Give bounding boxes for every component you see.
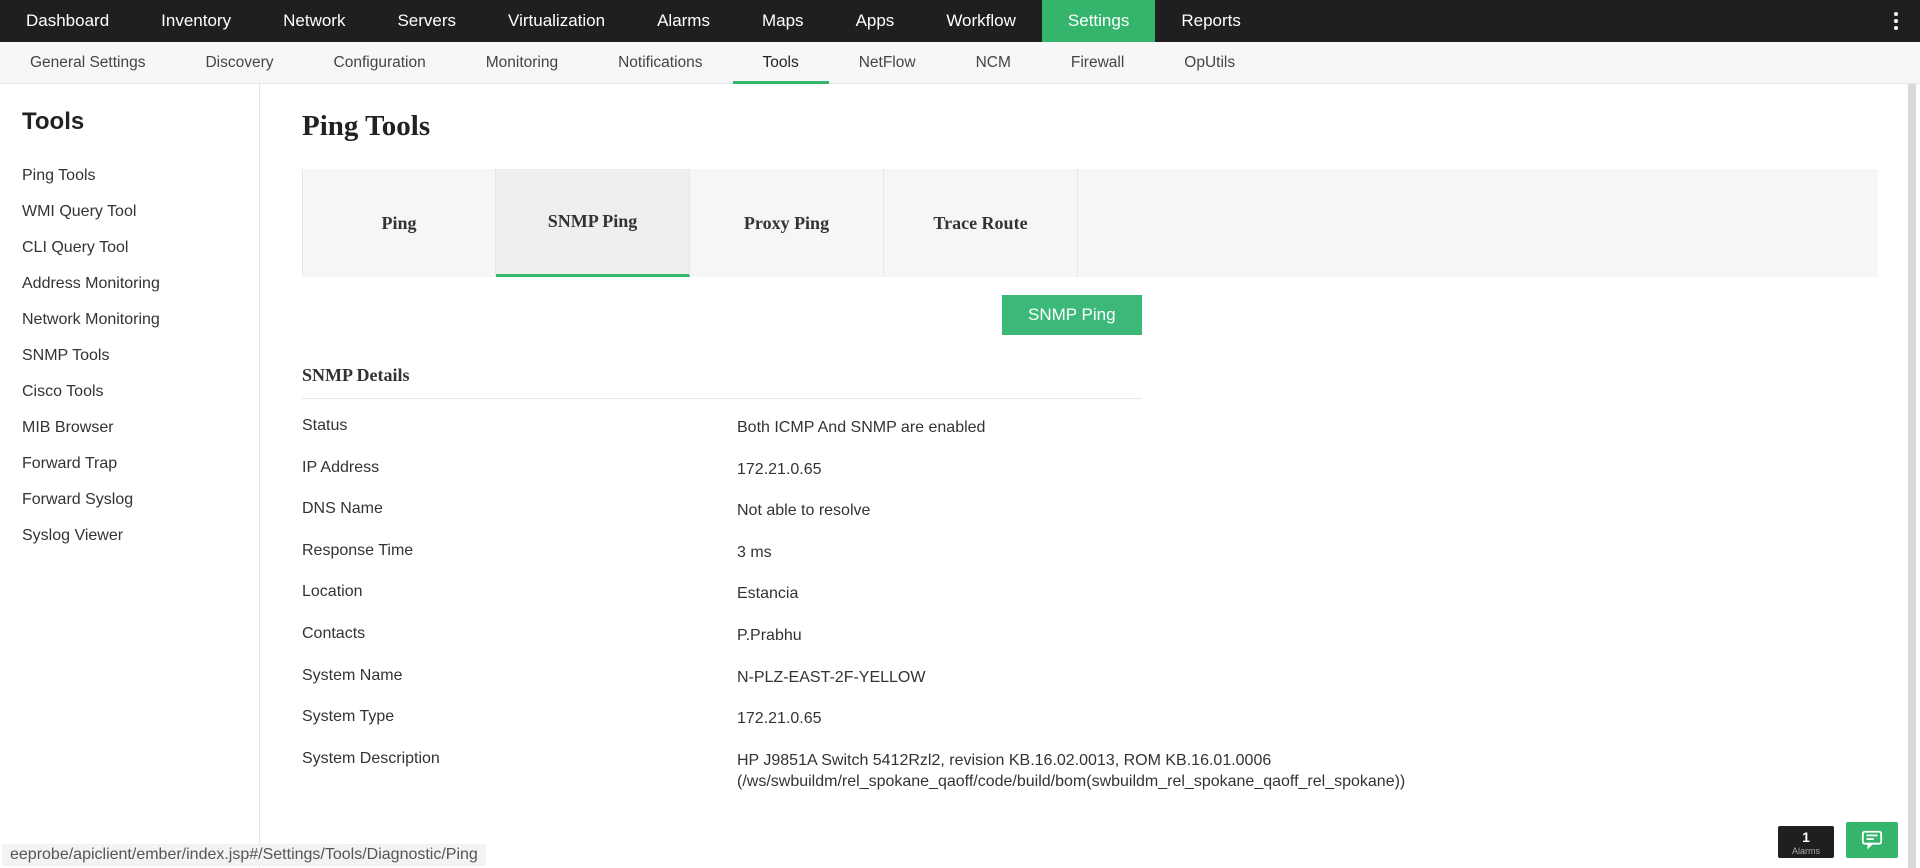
sub-nav: General Settings Discovery Configuration… <box>0 42 1920 84</box>
sub-ncm[interactable]: NCM <box>946 42 1041 84</box>
nav-workflow[interactable]: Workflow <box>920 0 1042 42</box>
page-title: Ping Tools <box>302 110 1878 143</box>
body: Tools Ping Tools WMI Query Tool CLI Quer… <box>0 84 1920 868</box>
sub-tools[interactable]: Tools <box>733 42 829 84</box>
sub-netflow[interactable]: NetFlow <box>829 42 946 84</box>
detail-label: System Description <box>302 750 737 793</box>
nav-virtualization[interactable]: Virtualization <box>482 0 631 42</box>
tab-snmp-ping[interactable]: SNMP Ping <box>496 169 690 277</box>
detail-value: Both ICMP And SNMP are enabled <box>737 417 1637 439</box>
sidebar-item-ping-tools[interactable]: Ping Tools <box>22 158 259 194</box>
detail-label: Contacts <box>302 625 737 647</box>
snmp-ping-button[interactable]: SNMP Ping <box>1002 295 1142 335</box>
sidebar-list: Ping Tools WMI Query Tool CLI Query Tool… <box>22 158 259 554</box>
status-bar-url: eeprobe/apiclient/ember/index.jsp#/Setti… <box>2 844 486 866</box>
sub-notifications[interactable]: Notifications <box>588 42 732 84</box>
sub-monitoring[interactable]: Monitoring <box>456 42 588 84</box>
nav-servers[interactable]: Servers <box>371 0 482 42</box>
detail-value: Not able to resolve <box>737 500 1637 522</box>
detail-row-status: Status Both ICMP And SNMP are enabled <box>302 407 1878 449</box>
detail-row-location: Location Estancia <box>302 573 1878 615</box>
nav-settings[interactable]: Settings <box>1042 0 1155 42</box>
chat-icon <box>1860 829 1884 851</box>
sub-general-settings[interactable]: General Settings <box>0 42 175 84</box>
detail-value: 172.21.0.65 <box>737 459 1637 481</box>
main-content: Ping Tools Ping SNMP Ping Proxy Ping Tra… <box>260 84 1920 868</box>
alarm-label: Alarms <box>1792 847 1820 856</box>
alarm-count: 1 <box>1802 829 1810 845</box>
nav-maps[interactable]: Maps <box>736 0 830 42</box>
tab-ping[interactable]: Ping <box>302 169 496 277</box>
tab-trace-route[interactable]: Trace Route <box>884 169 1078 277</box>
nav-reports[interactable]: Reports <box>1155 0 1267 42</box>
detail-row-contacts: Contacts P.Prabhu <box>302 615 1878 657</box>
detail-row-response-time: Response Time 3 ms <box>302 532 1878 574</box>
sidebar-title: Tools <box>22 108 259 136</box>
sub-discovery[interactable]: Discovery <box>175 42 303 84</box>
nav-inventory[interactable]: Inventory <box>135 0 257 42</box>
detail-label: Location <box>302 583 737 605</box>
detail-row-system-type: System Type 172.21.0.65 <box>302 698 1878 740</box>
detail-value: HP J9851A Switch 5412Rzl2, revision KB.1… <box>737 750 1637 793</box>
detail-value: Estancia <box>737 583 1637 605</box>
tab-proxy-ping[interactable]: Proxy Ping <box>690 169 884 277</box>
sidebar-item-network-monitoring[interactable]: Network Monitoring <box>22 302 259 338</box>
nav-apps[interactable]: Apps <box>830 0 921 42</box>
action-row: SNMP Ping <box>302 295 1878 365</box>
detail-value: 172.21.0.65 <box>737 708 1637 730</box>
detail-row-ip: IP Address 172.21.0.65 <box>302 449 1878 491</box>
detail-label: Response Time <box>302 542 737 564</box>
sub-firewall[interactable]: Firewall <box>1041 42 1154 84</box>
sidebar-item-address-monitoring[interactable]: Address Monitoring <box>22 266 259 302</box>
detail-label: System Type <box>302 708 737 730</box>
nav-alarms[interactable]: Alarms <box>631 0 736 42</box>
detail-value: N-PLZ-EAST-2F-YELLOW <box>737 667 1637 689</box>
sidebar-item-cisco-tools[interactable]: Cisco Tools <box>22 374 259 410</box>
detail-row-dns: DNS Name Not able to resolve <box>302 490 1878 532</box>
sidebar-item-mib-browser[interactable]: MIB Browser <box>22 410 259 446</box>
detail-row-system-description: System Description HP J9851A Switch 5412… <box>302 740 1878 803</box>
sub-oputils[interactable]: OpUtils <box>1154 42 1265 84</box>
detail-label: Status <box>302 417 737 439</box>
detail-label: DNS Name <box>302 500 737 522</box>
details-table: Status Both ICMP And SNMP are enabled IP… <box>302 407 1878 803</box>
sidebar: Tools Ping Tools WMI Query Tool CLI Quer… <box>0 84 260 868</box>
sidebar-item-forward-syslog[interactable]: Forward Syslog <box>22 482 259 518</box>
nav-network[interactable]: Network <box>257 0 371 42</box>
top-nav: Dashboard Inventory Network Servers Virt… <box>0 0 1920 42</box>
chat-button[interactable] <box>1846 822 1898 858</box>
detail-label: IP Address <box>302 459 737 481</box>
detail-value: P.Prabhu <box>737 625 1637 647</box>
scrollbar-track[interactable] <box>1908 84 1916 868</box>
sidebar-item-syslog-viewer[interactable]: Syslog Viewer <box>22 518 259 554</box>
sidebar-item-cli-query[interactable]: CLI Query Tool <box>22 230 259 266</box>
sidebar-item-forward-trap[interactable]: Forward Trap <box>22 446 259 482</box>
detail-label: System Name <box>302 667 737 689</box>
section-title: SNMP Details <box>302 365 1142 399</box>
detail-value: 3 ms <box>737 542 1637 564</box>
sidebar-item-snmp-tools[interactable]: SNMP Tools <box>22 338 259 374</box>
sub-configuration[interactable]: Configuration <box>304 42 456 84</box>
bottom-right-widgets: 1 Alarms <box>1778 822 1898 858</box>
tool-tabs: Ping SNMP Ping Proxy Ping Trace Route <box>302 169 1878 277</box>
nav-dashboard[interactable]: Dashboard <box>0 0 135 42</box>
sidebar-item-wmi-query[interactable]: WMI Query Tool <box>22 194 259 230</box>
alarm-widget[interactable]: 1 Alarms <box>1778 826 1834 858</box>
detail-row-system-name: System Name N-PLZ-EAST-2F-YELLOW <box>302 657 1878 699</box>
more-menu-icon[interactable] <box>1886 0 1906 42</box>
